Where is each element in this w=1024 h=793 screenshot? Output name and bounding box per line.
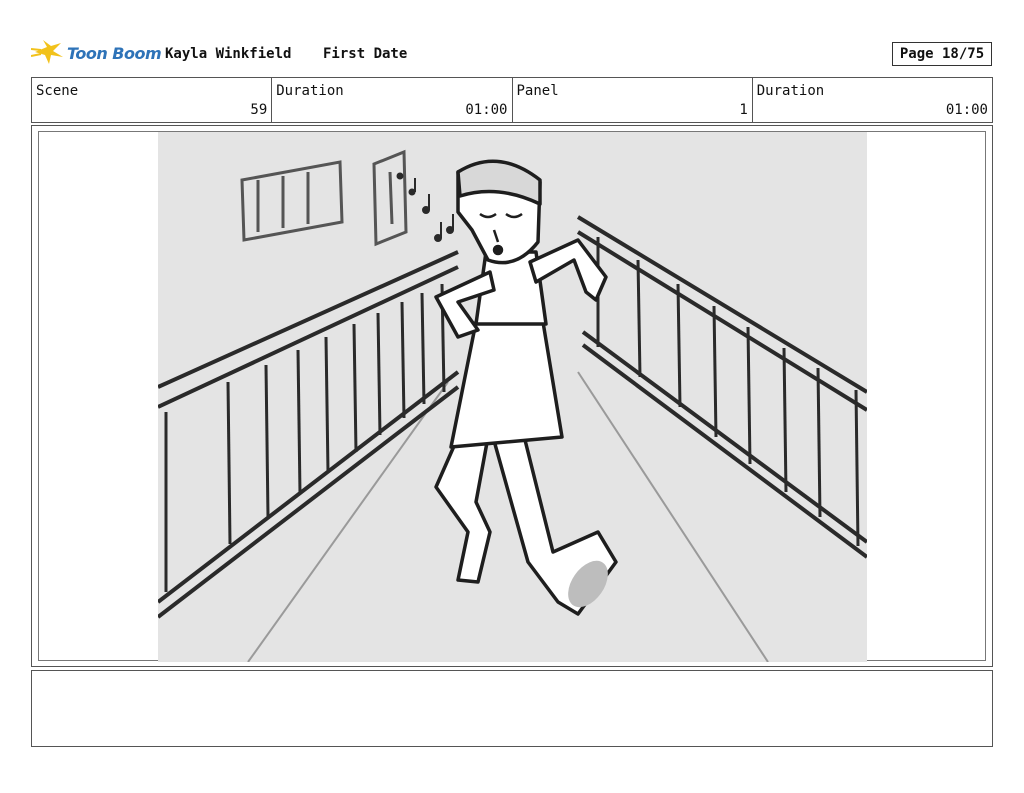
toon-boom-logo: Toon Boom — [31, 36, 163, 72]
panel-cell: Panel 1 — [513, 78, 753, 122]
scene-value: 59 — [250, 102, 268, 118]
page-number: Page 18/75 — [892, 42, 992, 66]
panel-duration-cell: Duration 01:00 — [753, 78, 992, 122]
panel-value: 1 — [739, 102, 748, 118]
panel-info-row: Scene 59 Duration 01:00 Panel 1 Duration… — [31, 77, 993, 123]
scene-cell: Scene 59 — [32, 78, 273, 122]
panel-duration-value: 01:00 — [945, 102, 988, 118]
logo-text: Toon Boom — [67, 44, 162, 63]
panel-image-area — [38, 131, 986, 662]
notes-box — [31, 670, 993, 747]
scene-duration-cell: Duration 01:00 — [272, 78, 513, 122]
storyboard-sketch — [158, 132, 867, 662]
storyboard-header: Toon Boom Kayla Winkfield First Date Pag… — [31, 36, 993, 72]
scene-duration-value: 01:00 — [465, 102, 508, 118]
panel-duration-label: Duration — [756, 83, 825, 99]
author-name: Kayla Winkfield — [165, 46, 292, 62]
panel-frame — [31, 125, 993, 667]
scene-label: Scene — [36, 83, 79, 99]
panel-label: Panel — [516, 83, 559, 99]
project-title: First Date — [323, 46, 408, 62]
scene-duration-label: Duration — [276, 83, 344, 99]
